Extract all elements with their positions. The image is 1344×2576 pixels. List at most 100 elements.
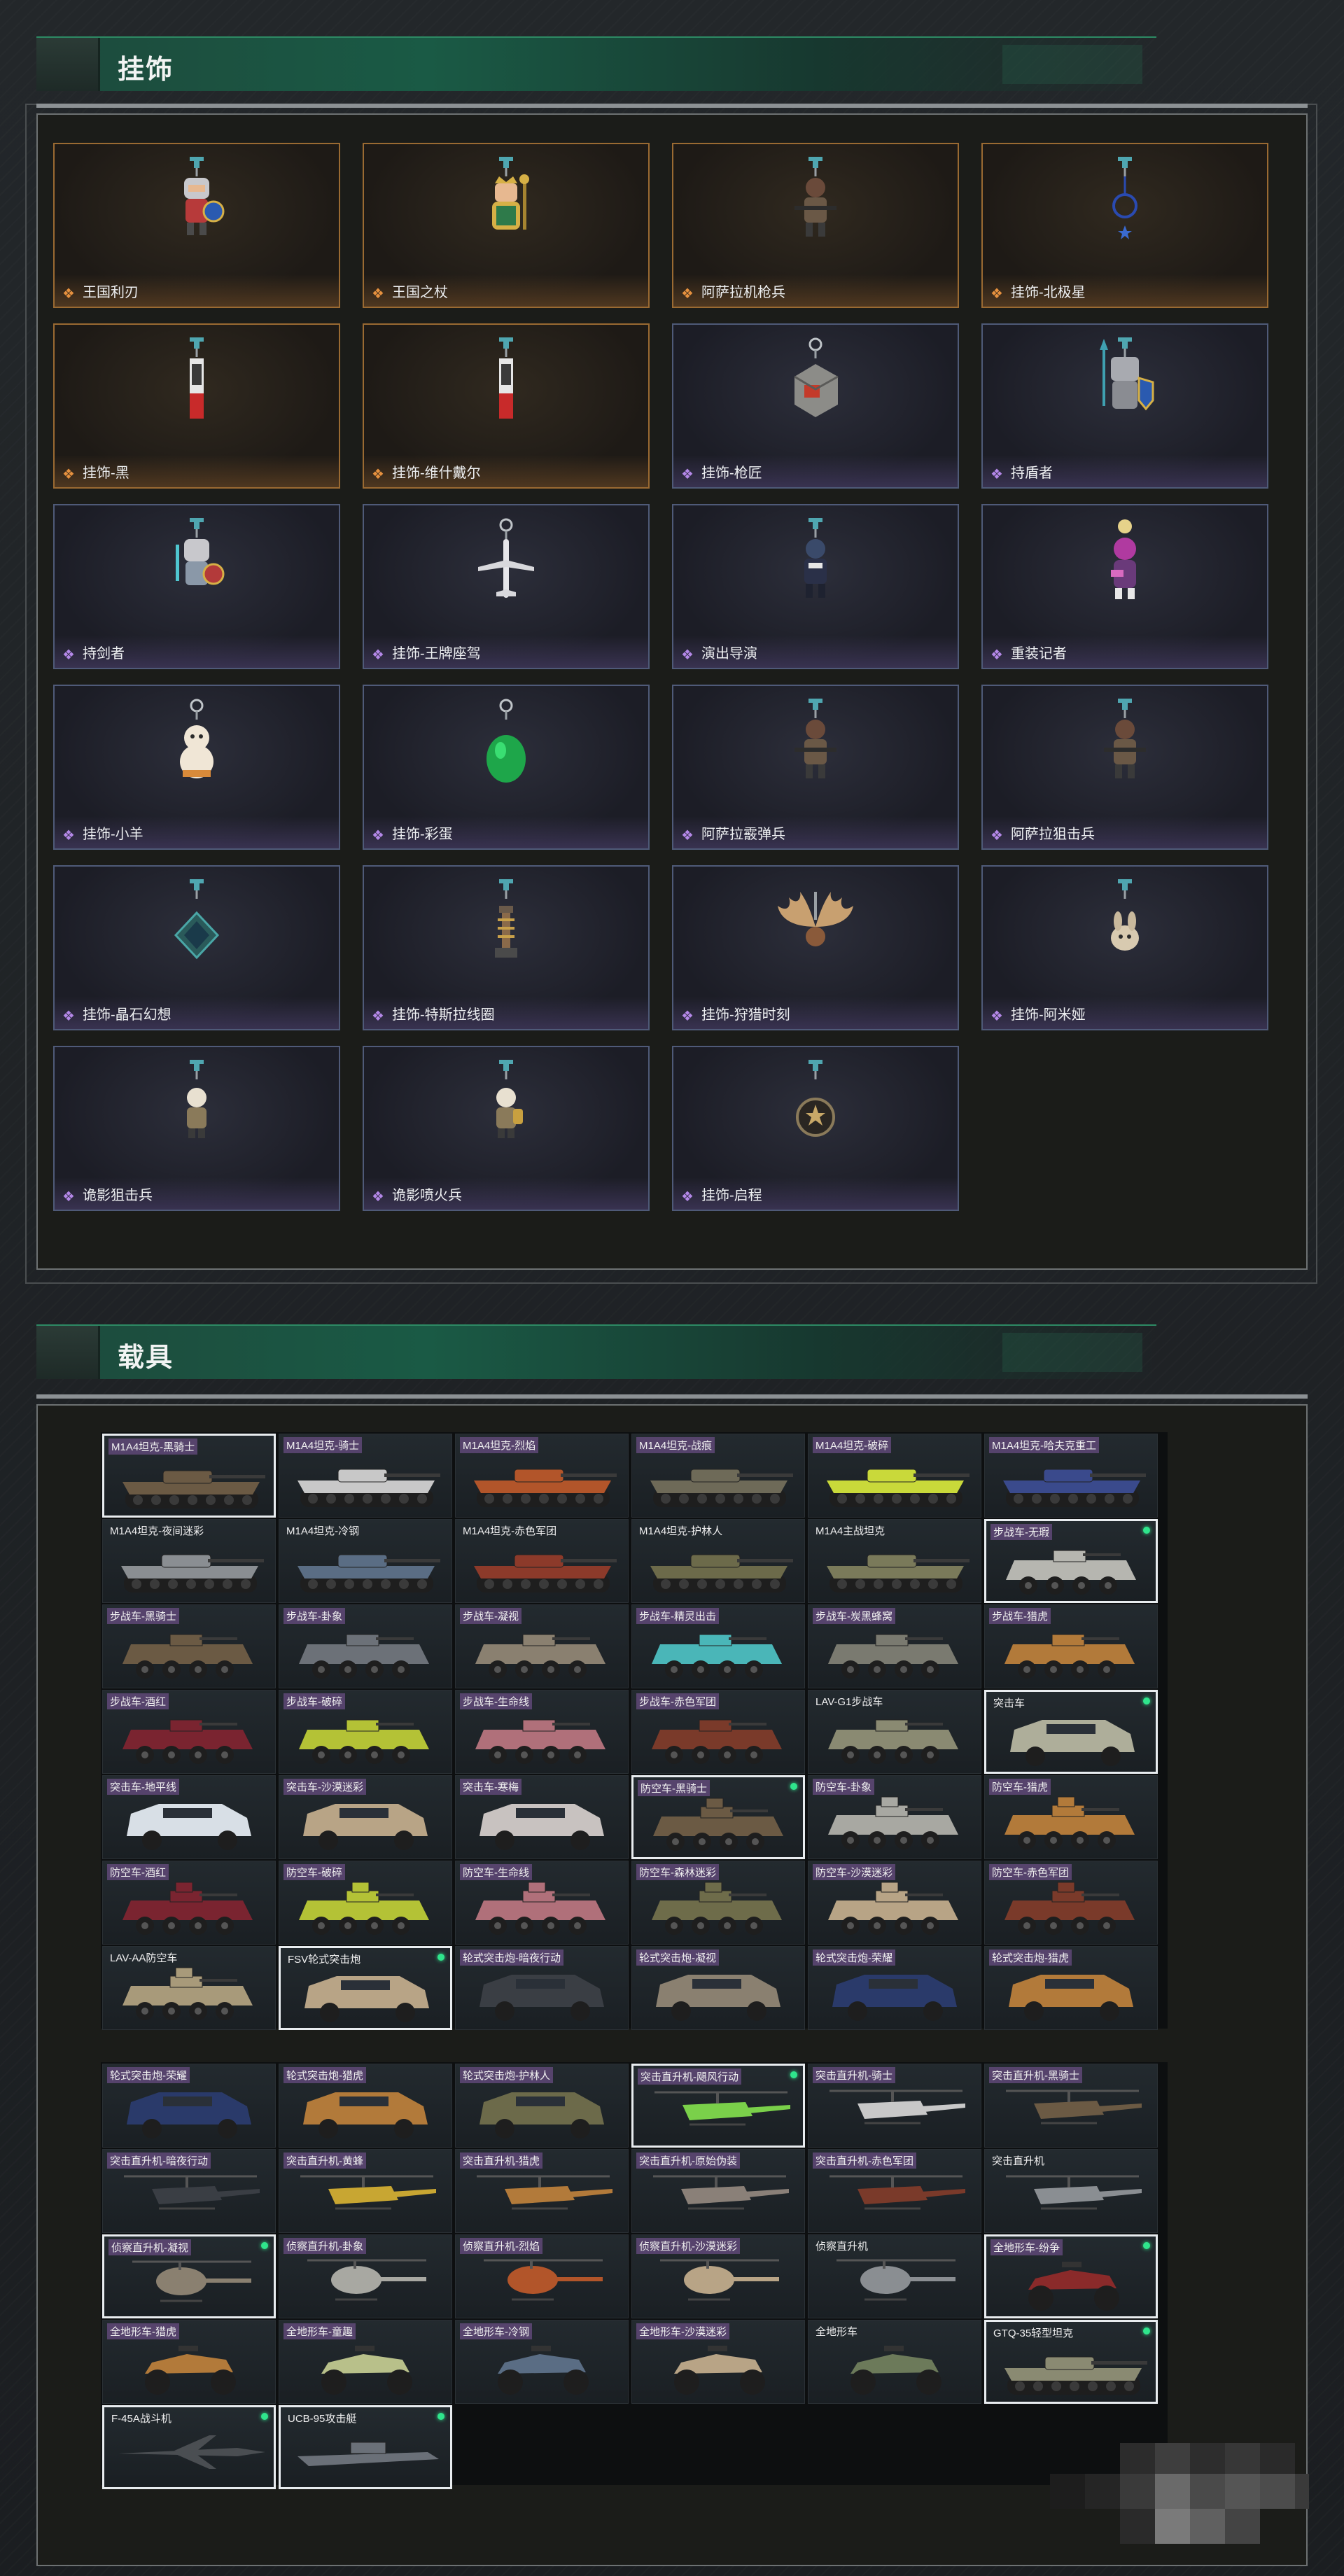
- vehicle-card[interactable]: 防空车-黑骑士: [631, 1775, 805, 1859]
- charm-card[interactable]: ❖ 挂饰-小羊: [53, 685, 340, 850]
- charm-card[interactable]: ❖ 演出导演: [672, 504, 959, 669]
- charm-card[interactable]: ❖ 挂饰-维什戴尔: [363, 323, 650, 489]
- vehicle-card[interactable]: 突击车-地平线: [102, 1775, 276, 1859]
- vehicle-card[interactable]: UCB-95攻击艇: [279, 2405, 452, 2489]
- vehicle-card[interactable]: 突击直升机-猎虎: [455, 2149, 629, 2233]
- vehicle-card[interactable]: 防空车-森林迷彩: [631, 1861, 805, 1945]
- charm-card[interactable]: ❖ 诡影狙击兵: [53, 1046, 340, 1211]
- vehicle-card[interactable]: LAV-G1步战车: [808, 1690, 981, 1774]
- vehicle-card[interactable]: LAV-AA防空车: [102, 1946, 276, 2030]
- vehicle-card[interactable]: 全地形车-沙漠迷彩: [631, 2320, 805, 2404]
- vehicle-card[interactable]: 突击直升机: [984, 2149, 1158, 2233]
- vehicle-card[interactable]: 突击直升机-原始伪装: [631, 2149, 805, 2233]
- rarity-diamond-icon: ❖: [62, 467, 75, 482]
- vehicle-card[interactable]: 步战车-破碎: [279, 1690, 452, 1774]
- charm-card[interactable]: ❖ 诡影喷火兵: [363, 1046, 650, 1211]
- vehicle-card[interactable]: M1A4坦克-烈焰: [455, 1434, 629, 1518]
- vehicle-card[interactable]: 突击车-沙漠迷彩: [279, 1775, 452, 1859]
- charm-card[interactable]: ❖ 持剑者: [53, 504, 340, 669]
- charm-card[interactable]: ❖ 挂饰-王牌座驾: [363, 504, 650, 669]
- vehicle-card[interactable]: 轮式突击炮-荣耀: [102, 2064, 276, 2148]
- charm-card[interactable]: ❖ 王国之杖: [363, 143, 650, 308]
- rarity-diamond-icon: ❖: [372, 648, 384, 663]
- vehicle-card[interactable]: M1A4坦克-战痕: [631, 1434, 805, 1518]
- vehicle-card[interactable]: M1A4坦克-冷钢: [279, 1519, 452, 1603]
- vehicle-card[interactable]: 全地形车: [808, 2320, 981, 2404]
- vehicle-card[interactable]: 防空车-猎虎: [984, 1775, 1158, 1859]
- vehicle-card[interactable]: 步战车-无瑕: [984, 1519, 1158, 1603]
- vehicle-card[interactable]: M1A4坦克-护林人: [631, 1519, 805, 1603]
- charm-card[interactable]: ❖ 阿萨拉机枪兵: [672, 143, 959, 308]
- vehicle-card[interactable]: 轮式突击炮-猎虎: [984, 1946, 1158, 2030]
- rarity-diamond-icon: ❖: [990, 1009, 1003, 1024]
- vehicle-card[interactable]: 步战车-卦象: [279, 1604, 452, 1688]
- vehicle-card[interactable]: 全地形车-冷钢: [455, 2320, 629, 2404]
- vehicle-card[interactable]: 突击车: [984, 1690, 1158, 1774]
- vehicle-card[interactable]: 全地形车-纷争: [984, 2234, 1158, 2318]
- vehicle-label: 突击直升机-原始伪装: [636, 2152, 740, 2169]
- charm-card[interactable]: ❖ 挂饰-彩蛋: [363, 685, 650, 850]
- vehicle-card[interactable]: 全地形车-童趣: [279, 2320, 452, 2404]
- vehicle-card[interactable]: 侦察直升机-凝视: [102, 2234, 276, 2318]
- vehicle-card[interactable]: M1A4坦克-破碎: [808, 1434, 981, 1518]
- vehicle-card[interactable]: M1A4坦克-赤色军团: [455, 1519, 629, 1603]
- vehicle-card[interactable]: M1A4主战坦克: [808, 1519, 981, 1603]
- owned-indicator-dot: [1143, 2242, 1150, 2249]
- vehicle-card[interactable]: M1A4坦克-夜间迷彩: [102, 1519, 276, 1603]
- vehicle-card[interactable]: 步战车-赤色军团: [631, 1690, 805, 1774]
- charm-card[interactable]: ❖ 挂饰-阿米娅: [981, 865, 1268, 1030]
- vehicle-card[interactable]: 全地形车-猎虎: [102, 2320, 276, 2404]
- vehicle-card[interactable]: 突击车-寒梅: [455, 1775, 629, 1859]
- vehicle-card[interactable]: FSV轮式突击炮: [279, 1946, 452, 2030]
- vehicle-card[interactable]: 步战车-炭黑蜂窝: [808, 1604, 981, 1688]
- vehicle-card[interactable]: 轮式突击炮-护林人: [455, 2064, 629, 2148]
- vehicle-card[interactable]: 突击直升机-飓风行动: [631, 2064, 805, 2148]
- vehicle-card[interactable]: 步战车-猎虎: [984, 1604, 1158, 1688]
- vehicle-card[interactable]: 轮式突击炮-猎虎: [279, 2064, 452, 2148]
- vehicle-card[interactable]: 侦察直升机-沙漠迷彩: [631, 2234, 805, 2318]
- vehicle-card[interactable]: 步战车-生命线: [455, 1690, 629, 1774]
- vehicle-card[interactable]: 防空车-卦象: [808, 1775, 981, 1859]
- vehicle-card[interactable]: 突击直升机-黄蜂: [279, 2149, 452, 2233]
- vehicle-card[interactable]: 步战车-黑骑士: [102, 1604, 276, 1688]
- vehicle-card[interactable]: F-45A战斗机: [102, 2405, 276, 2489]
- vehicle-card[interactable]: 突击直升机-黑骑士: [984, 2064, 1158, 2148]
- charm-card[interactable]: ❖ 持盾者: [981, 323, 1268, 489]
- charms-section-title: 挂饰: [118, 55, 174, 85]
- vehicle-card[interactable]: 轮式突击炮-暗夜行动: [455, 1946, 629, 2030]
- rarity-diamond-icon: ❖: [62, 1009, 75, 1024]
- vehicle-card[interactable]: 突击直升机-暗夜行动: [102, 2149, 276, 2233]
- charm-card[interactable]: ❖ 挂饰-特斯拉线圈: [363, 865, 650, 1030]
- charm-card[interactable]: ❖ 王国利刃: [53, 143, 340, 308]
- vehicle-card[interactable]: 侦察直升机: [808, 2234, 981, 2318]
- vehicle-card[interactable]: 侦察直升机-卦象: [279, 2234, 452, 2318]
- vehicle-card[interactable]: GTQ-35轻型坦克: [984, 2320, 1158, 2404]
- vehicle-card[interactable]: 防空车-生命线: [455, 1861, 629, 1945]
- charm-card[interactable]: ❖ 挂饰-枪匠: [672, 323, 959, 489]
- charm-label: 持盾者: [1011, 465, 1053, 481]
- vehicle-card[interactable]: 防空车-沙漠迷彩: [808, 1861, 981, 1945]
- vehicle-card[interactable]: M1A4坦克-哈夫克重工: [984, 1434, 1158, 1518]
- charm-card[interactable]: ❖ 重装记者: [981, 504, 1268, 669]
- vehicle-label: 全地形车-纷争: [990, 2239, 1063, 2255]
- charm-card[interactable]: ❖ 阿萨拉狙击兵: [981, 685, 1268, 850]
- charm-card[interactable]: ❖ 挂饰-启程: [672, 1046, 959, 1211]
- charm-card[interactable]: ❖ 挂饰-狩猎时刻: [672, 865, 959, 1030]
- vehicle-card[interactable]: 突击直升机-赤色军团: [808, 2149, 981, 2233]
- charm-card[interactable]: ❖ 挂饰-北极星: [981, 143, 1268, 308]
- vehicle-card[interactable]: 防空车-破碎: [279, 1861, 452, 1945]
- vehicle-card[interactable]: 步战车-凝视: [455, 1604, 629, 1688]
- vehicle-card[interactable]: 轮式突击炮-荣耀: [808, 1946, 981, 2030]
- vehicle-card[interactable]: 轮式突击炮-凝视: [631, 1946, 805, 2030]
- charm-card[interactable]: ❖ 挂饰-晶石幻想: [53, 865, 340, 1030]
- vehicle-card[interactable]: 侦察直升机-烈焰: [455, 2234, 629, 2318]
- vehicle-card[interactable]: 突击直升机-骑士: [808, 2064, 981, 2148]
- vehicle-card[interactable]: M1A4坦克-黑骑士: [102, 1434, 276, 1518]
- vehicle-card[interactable]: 步战车-酒红: [102, 1690, 276, 1774]
- charm-card[interactable]: ❖ 阿萨拉霰弹兵: [672, 685, 959, 850]
- vehicle-card[interactable]: M1A4坦克-骑士: [279, 1434, 452, 1518]
- vehicle-card[interactable]: 防空车-赤色军团: [984, 1861, 1158, 1945]
- vehicle-card[interactable]: 步战车-精灵出击: [631, 1604, 805, 1688]
- charm-card[interactable]: ❖ 挂饰-黑: [53, 323, 340, 489]
- vehicle-card[interactable]: 防空车-酒红: [102, 1861, 276, 1945]
